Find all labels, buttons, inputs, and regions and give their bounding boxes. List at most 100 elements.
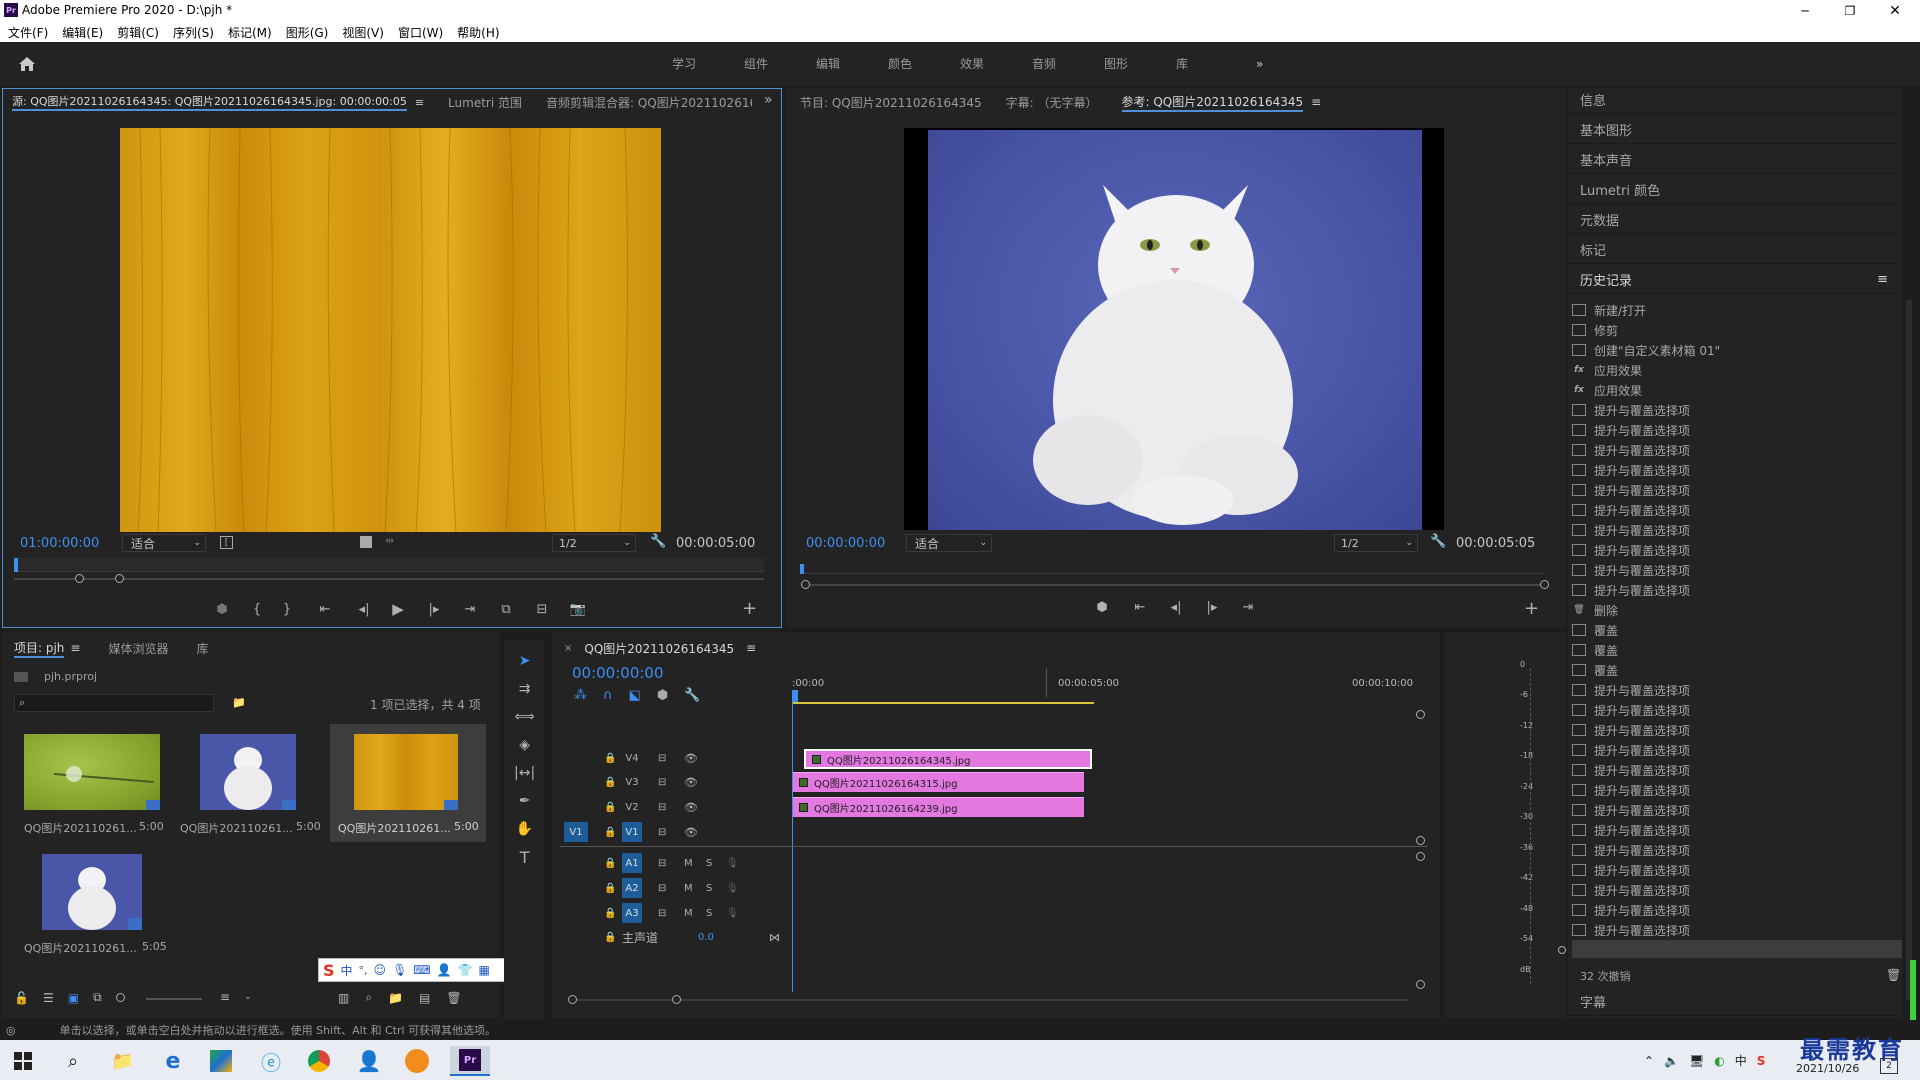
history-item[interactable]: 提升与覆盖选择项 bbox=[1572, 880, 1902, 900]
panel-menu-icon[interactable]: ≡ bbox=[1311, 95, 1321, 109]
tab-sequence[interactable]: QQ图片20211026164345 bbox=[584, 640, 734, 657]
ie-browser-icon[interactable]: ⓔ bbox=[256, 1046, 286, 1076]
history-item[interactable]: 提升与覆盖选择项 bbox=[1572, 820, 1902, 840]
program-zoom-scrollbar[interactable] bbox=[806, 584, 1546, 586]
work-area-bar[interactable] bbox=[792, 702, 1094, 704]
solo-button[interactable]: S bbox=[706, 908, 712, 919]
history-item[interactable]: 新建/打开 bbox=[1572, 300, 1902, 320]
horizontal-scroll-handle[interactable] bbox=[672, 995, 681, 1004]
history-item[interactable]: 提升与覆盖选择项 bbox=[1572, 740, 1902, 760]
panel-history-header[interactable]: 历史记录 ≡ bbox=[1568, 266, 1900, 294]
zoom-slider-handle[interactable] bbox=[115, 993, 125, 1002]
track-label-v2[interactable]: V2 bbox=[622, 802, 642, 813]
overwrite-icon[interactable]: ⊟ bbox=[524, 602, 560, 617]
close-tab-icon[interactable]: × bbox=[564, 643, 572, 654]
master-volume-value[interactable]: 0.0 bbox=[698, 932, 714, 943]
track-label-a2[interactable]: A2 bbox=[622, 878, 642, 898]
snap-icon[interactable]: ∩ bbox=[603, 688, 613, 703]
grid-icon[interactable]: ▦ bbox=[479, 963, 490, 977]
eye-icon[interactable]: 👁 bbox=[684, 776, 698, 789]
add-marker-icon[interactable]: ⬢ bbox=[657, 688, 668, 703]
sync-lock-icon[interactable]: ⊟ bbox=[658, 777, 666, 788]
history-item[interactable]: 提升与覆盖选择项 bbox=[1572, 520, 1902, 540]
windows-start-icon[interactable] bbox=[8, 1046, 38, 1076]
source-timecode[interactable]: 01:00:00:00 bbox=[20, 536, 99, 551]
panel-markers[interactable]: 标记 bbox=[1568, 236, 1900, 264]
ime-chinese-mode[interactable]: 中 bbox=[341, 962, 353, 979]
mute-button[interactable]: M bbox=[684, 883, 693, 894]
type-tool-icon[interactable]: T bbox=[514, 846, 535, 868]
source-zoom-scrollbar[interactable] bbox=[14, 578, 764, 580]
history-item[interactable]: 提升与覆盖选择项 bbox=[1572, 700, 1902, 720]
go-to-out-icon[interactable]: ⇥ bbox=[452, 602, 488, 617]
add-marker-icon[interactable]: ⬢ bbox=[202, 602, 242, 617]
horizontal-scrollbar[interactable] bbox=[572, 999, 1408, 1001]
more-tabs-icon[interactable]: » bbox=[764, 92, 773, 108]
menu-sequence[interactable]: 序列(S) bbox=[173, 24, 214, 41]
close-button[interactable]: ✕ bbox=[1880, 0, 1910, 22]
notification-icon[interactable]: 2 bbox=[1880, 1058, 1898, 1074]
user-app-icon[interactable]: 👤 bbox=[354, 1046, 384, 1076]
sync-lock-icon[interactable]: ⊟ bbox=[658, 883, 666, 894]
timeline-timecode[interactable]: 00:00:00:00 bbox=[572, 664, 664, 682]
trash-icon[interactable]: 🗑 bbox=[446, 991, 461, 1005]
go-to-out-icon[interactable]: ⇥ bbox=[1230, 600, 1266, 615]
icon-view-icon[interactable]: ▣ bbox=[68, 991, 79, 1005]
microphone-icon[interactable]: 🎙 bbox=[726, 858, 739, 869]
mute-button[interactable]: M bbox=[684, 908, 693, 919]
menu-window[interactable]: 窗口(W) bbox=[398, 24, 443, 41]
add-button-icon[interactable]: + bbox=[1524, 598, 1539, 619]
safe-margins-icon[interactable] bbox=[360, 536, 372, 548]
program-quality-dropdown[interactable]: 1/2 ⌄ bbox=[1334, 534, 1418, 552]
keyboard-icon[interactable]: ⌨ bbox=[413, 963, 430, 977]
history-item[interactable]: 覆盖 bbox=[1572, 620, 1902, 640]
menu-edit[interactable]: 编辑(E) bbox=[62, 24, 103, 41]
project-search-input[interactable]: ⌕ bbox=[14, 694, 214, 712]
user-icon[interactable]: 👤 bbox=[437, 963, 452, 977]
workspace-tab-effects[interactable]: 效果 bbox=[960, 55, 1032, 72]
history-item[interactable]: 提升与覆盖选择项 bbox=[1572, 920, 1902, 940]
zoom-handle-right[interactable] bbox=[115, 574, 124, 583]
menu-marker[interactable]: 标记(M) bbox=[228, 24, 272, 41]
zoom-handle-left[interactable] bbox=[801, 580, 810, 589]
go-to-end-icon[interactable]: ⋈ bbox=[769, 931, 780, 944]
volume-icon[interactable]: 🔈 bbox=[1664, 1054, 1679, 1068]
play-icon[interactable]: ▶ bbox=[380, 600, 416, 618]
wrench-icon[interactable]: 🔧 bbox=[650, 534, 666, 549]
sogou-tray-icon[interactable]: S bbox=[1757, 1054, 1766, 1068]
mark-out-icon[interactable]: } bbox=[272, 602, 302, 617]
lock-icon[interactable]: 🔓 bbox=[14, 991, 29, 1005]
track-label-a1[interactable]: A1 bbox=[622, 853, 642, 873]
app-store-icon[interactable] bbox=[206, 1046, 236, 1076]
source-quality-dropdown[interactable]: 1/2 ⌄ bbox=[552, 534, 636, 552]
chevron-down-icon[interactable]: ⌄ bbox=[244, 992, 252, 1002]
pen-tool-icon[interactable]: ✒ bbox=[514, 790, 535, 812]
workspace-tab-editing[interactable]: 编辑 bbox=[816, 55, 888, 72]
history-item[interactable]: 提升与覆盖选择项 bbox=[1572, 720, 1902, 740]
maximize-button[interactable]: ❐ bbox=[1835, 0, 1865, 22]
panel-essential-sound[interactable]: 基本声音 bbox=[1568, 146, 1900, 174]
list-view-icon[interactable]: ☰ bbox=[43, 991, 54, 1005]
history-item[interactable]: 提升与覆盖选择项 bbox=[1572, 500, 1902, 520]
eye-icon[interactable]: 👁 bbox=[684, 826, 698, 839]
panel-lumetri-color[interactable]: Lumetri 颜色 bbox=[1568, 176, 1900, 204]
tab-audio-clip-mixer[interactable]: 音频剪辑混合器: QQ图片2021102616 bbox=[546, 94, 752, 111]
history-item[interactable]: 提升与覆盖选择项 bbox=[1572, 400, 1902, 420]
source-patch-v1[interactable]: V1 bbox=[564, 822, 588, 842]
ime-icon[interactable]: 中 bbox=[1735, 1052, 1747, 1069]
project-item[interactable]: QQ图片202110261... 5:05 bbox=[14, 846, 167, 964]
track-label-v3[interactable]: V3 bbox=[622, 777, 642, 788]
razor-tool-icon[interactable]: ◈ bbox=[514, 734, 535, 756]
tab-project[interactable]: 项目: pjh bbox=[14, 639, 65, 658]
emoji-icon[interactable]: ☺ bbox=[374, 963, 387, 977]
selection-tool-icon[interactable]: ➤ bbox=[514, 650, 535, 672]
history-item[interactable]: 提升与覆盖选择项 bbox=[1572, 760, 1902, 780]
panel-essential-graphics[interactable]: 基本图形 bbox=[1568, 116, 1900, 144]
history-item[interactable]: 覆盖 bbox=[1572, 640, 1902, 660]
lock-icon[interactable]: 🔒 bbox=[604, 777, 616, 788]
panel-menu-icon[interactable]: ≡ bbox=[415, 96, 424, 109]
panel-captions[interactable]: 字幕 bbox=[1568, 988, 1900, 1016]
panel-menu-icon[interactable]: ≡ bbox=[1877, 272, 1888, 287]
history-item[interactable]: 提升与覆盖选择项 bbox=[1572, 680, 1902, 700]
playhead[interactable] bbox=[14, 558, 18, 572]
